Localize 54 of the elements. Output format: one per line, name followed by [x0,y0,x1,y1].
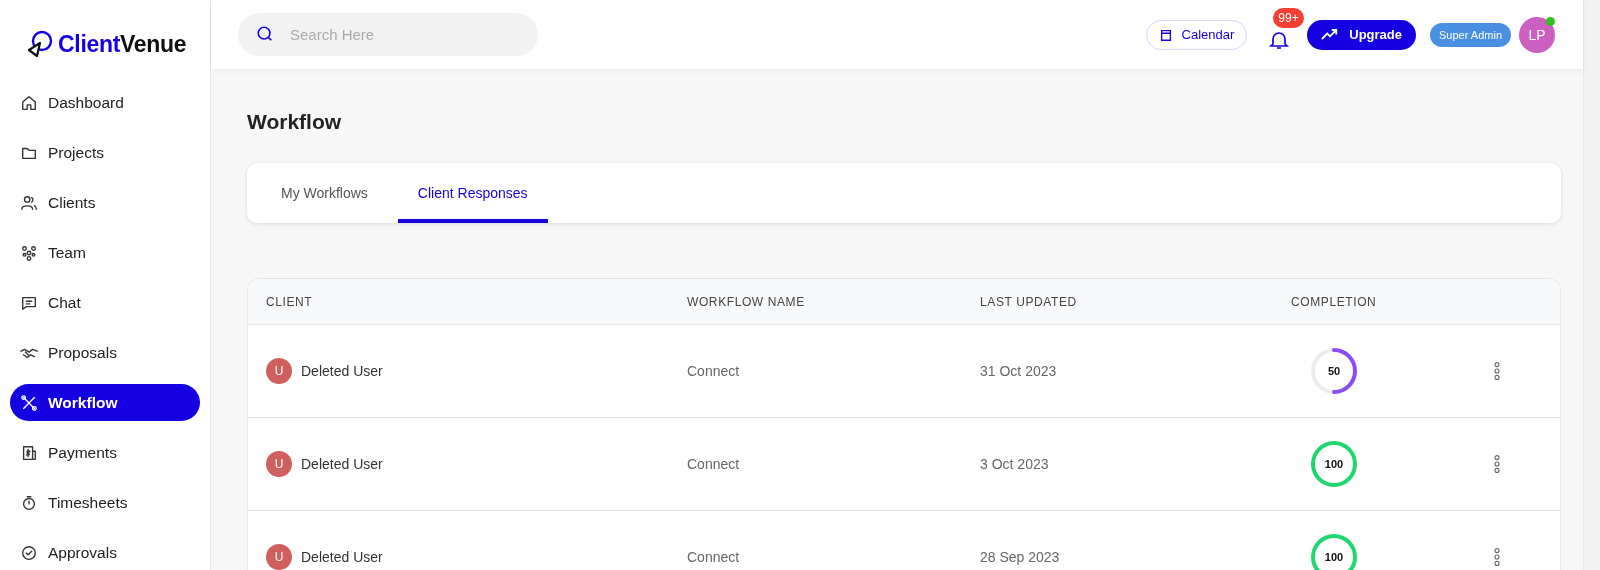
calendar-icon [1158,27,1173,42]
sidebar-item[interactable]: Dashboard [10,84,200,121]
sidebar-item[interactable]: Chat [10,284,200,321]
sidebar-item[interactable]: Approvals [10,534,200,570]
column-header: COMPLETION [1290,294,1378,309]
table-cell: 3 Oct 2023 [980,456,1049,472]
table-cell: Connect [687,549,740,565]
calendar-button[interactable]: Calendar [1145,19,1248,50]
sidebar-item[interactable]: Payments [10,434,200,471]
completion-value: 100 [1324,551,1344,563]
sidebar-item[interactable]: Team [10,234,200,271]
logo-icon [26,29,54,59]
users-icon [20,193,38,212]
sidebar-item[interactable]: Projects [10,134,200,171]
brand-name: ClientVenue [58,30,187,58]
table-cell: Connect [687,456,740,472]
client-name: Deleted User [301,549,383,565]
user-avatar: U [266,451,292,477]
client-name: Deleted User [301,363,383,379]
scrollbar-track[interactable] [1583,0,1600,570]
more-options-icon[interactable] [1493,453,1501,475]
more-options-icon[interactable] [1493,360,1501,382]
user-avatar: U [266,358,292,384]
user-avatar: U [266,544,292,570]
home-icon [20,93,38,112]
role-badge: Super Admin [1430,22,1511,47]
team-icon [20,243,38,262]
table-cell: 31 Oct 2023 [980,363,1057,379]
search-field[interactable]: Search Here [238,13,538,56]
sidebar-item[interactable]: Workflow [10,384,200,421]
table-cell: 28 Sep 2023 [980,549,1060,565]
client-name: Deleted User [301,456,383,472]
sidebar-item[interactable]: Timesheets [10,484,200,521]
column-header: CLIENT [265,294,314,309]
sidebar-item[interactable]: Proposals [10,334,200,371]
search-icon [256,25,274,43]
completion-value: 50 [1327,365,1341,377]
table-cell: Connect [687,363,740,379]
invoice-icon [20,443,38,462]
tab[interactable]: Client Responses [397,163,548,223]
notification-badge: 99+ [1273,7,1304,28]
sidebar-item[interactable]: Clients [10,184,200,221]
tools-icon [20,393,38,412]
column-header: WORKFLOW NAME [687,294,806,309]
check-circle-icon [20,543,38,562]
upgrade-button[interactable]: Upgrade [1307,19,1416,50]
trend-up-icon [1321,28,1340,41]
column-header: LAST UPDATED [980,294,1078,309]
completion-value: 100 [1324,458,1344,470]
tab[interactable]: My Workflows [261,163,388,223]
user-avatar[interactable]: LP [1519,16,1555,53]
stopwatch-icon [20,493,38,512]
page-title: Workflow [247,110,343,134]
more-options-icon[interactable] [1493,546,1501,568]
